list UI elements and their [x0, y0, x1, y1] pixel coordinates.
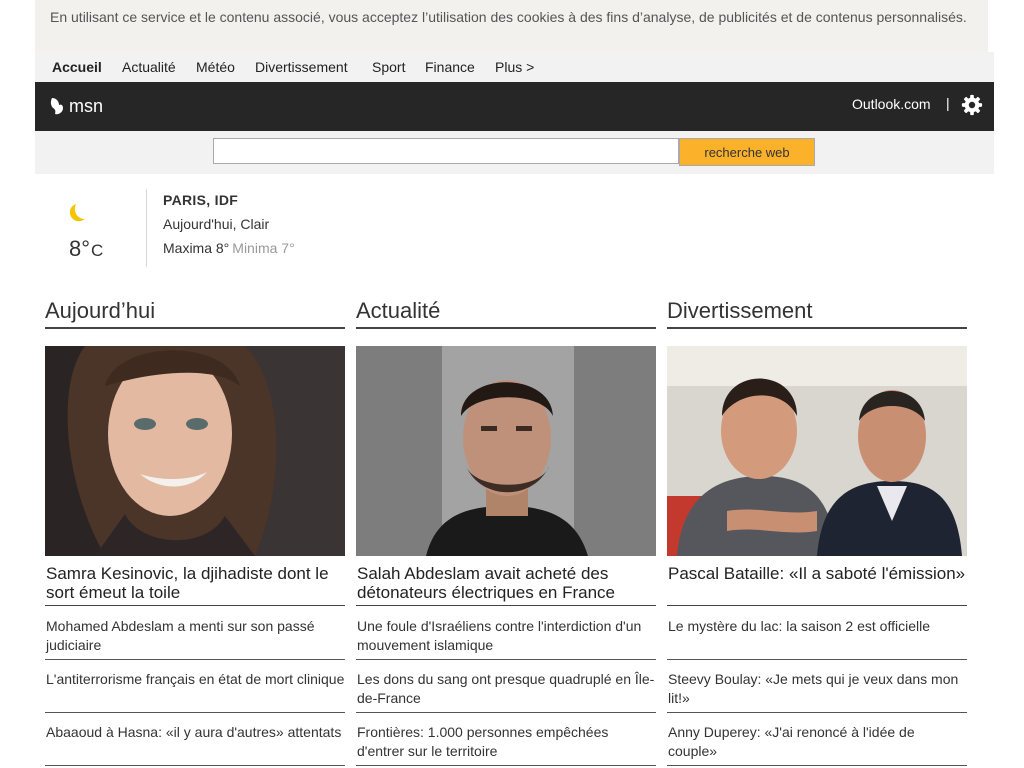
nav-item-sport[interactable]: Sport: [372, 59, 405, 75]
nav-item-accueil[interactable]: Accueil: [52, 59, 102, 75]
weather-max: Maxima 8°: [163, 240, 230, 256]
headline-divider: [45, 605, 345, 606]
news-link[interactable]: L'antiterrorisme français en état de mor…: [46, 670, 345, 689]
link-divider: [667, 659, 967, 660]
temperature: 8°C: [69, 236, 103, 262]
nav-item-meteo[interactable]: Météo: [196, 59, 235, 75]
weather-city[interactable]: PARIS, IDF: [163, 192, 238, 208]
cookie-banner-text: En utilisant ce service et le contenu as…: [50, 9, 967, 25]
headline-link[interactable]: Pascal Bataille: «Il a saboté l'émission…: [668, 564, 967, 583]
search-input[interactable]: [213, 138, 679, 164]
two-men-photo[interactable]: [667, 346, 967, 556]
column-title[interactable]: Actualité: [356, 298, 656, 329]
msn-logo[interactable]: msn: [49, 95, 103, 117]
link-divider: [356, 765, 656, 766]
link-divider: [356, 659, 656, 660]
cookie-banner: En utilisant ce service et le contenu as…: [35, 0, 988, 52]
column-title[interactable]: Divertissement: [667, 298, 967, 329]
link-divider: [667, 765, 967, 766]
news-link[interactable]: Steevy Boulay: «Je mets qui je veux dans…: [668, 670, 967, 708]
web-search-button[interactable]: recherche web: [679, 138, 815, 166]
news-link[interactable]: Anny Duperey: «J'ai renoncé à l'idée de …: [668, 723, 967, 761]
news-column-aujourdhui: Aujourd’hui Samra Kesinovic, la djihadis…: [45, 298, 345, 766]
header-bar: msn Outlook.com |: [35, 82, 994, 131]
news-link[interactable]: Abaaoud à Hasna: «il y aura d'autres» at…: [46, 723, 345, 742]
news-link[interactable]: Le mystère du lac: la saison 2 est offic…: [668, 617, 967, 636]
headline-link[interactable]: Samra Kesinovic, la djihadiste dont le s…: [46, 564, 345, 602]
nav-item-actualite[interactable]: Actualité: [122, 59, 176, 75]
search-bar: recherche web: [35, 131, 994, 174]
link-divider: [45, 659, 345, 660]
nav-item-divertissement[interactable]: Divertissement: [255, 59, 348, 75]
column-title[interactable]: Aujourd’hui: [45, 298, 345, 329]
temperature-value: 8°: [69, 236, 91, 261]
weather-widget[interactable]: 8°C PARIS, IDF Aujourd'hui, Clair Maxima…: [35, 188, 435, 268]
weather-divider: [146, 189, 147, 267]
link-divider: [667, 712, 967, 713]
headline-divider: [356, 605, 656, 606]
header-separator: |: [946, 95, 950, 111]
nav-item-finance[interactable]: Finance: [425, 59, 475, 75]
portrait-photo[interactable]: [45, 346, 345, 556]
gear-icon[interactable]: [961, 94, 983, 116]
nav-item-plus[interactable]: Plus >: [495, 59, 534, 75]
headline-divider: [667, 605, 967, 606]
moon-icon: [69, 204, 85, 222]
news-column-divertissement: Divertissement Pascal Bataille: «Il a sa…: [667, 298, 967, 766]
news-column-actualite: Actualité Salah Abdeslam avait acheté de…: [356, 298, 656, 766]
headline-link[interactable]: Salah Abdeslam avait acheté des détonate…: [357, 564, 656, 602]
temperature-unit[interactable]: C: [91, 241, 103, 260]
news-link[interactable]: Frontières: 1.000 personnes empêchées d'…: [357, 723, 656, 761]
news-link[interactable]: Mohamed Abdeslam a menti sur son passé j…: [46, 617, 345, 655]
butterfly-icon: [50, 98, 63, 115]
weather-min: Minima 7°: [232, 240, 295, 256]
link-divider: [45, 712, 345, 713]
link-divider: [45, 765, 345, 766]
outlook-link[interactable]: Outlook.com: [852, 96, 931, 112]
logo-text: msn: [69, 95, 104, 116]
news-link[interactable]: Les dons du sang ont presque quadruplé e…: [357, 670, 656, 708]
weather-range: Maxima 8° Minima 7°: [163, 240, 295, 256]
news-link[interactable]: Une foule d'Israéliens contre l'interdic…: [357, 617, 656, 655]
mugshot-photo[interactable]: [356, 346, 656, 556]
link-divider: [356, 712, 656, 713]
weather-condition: Aujourd'hui, Clair: [163, 216, 270, 232]
top-nav: Accueil Actualité Météo Divertissement S…: [35, 52, 994, 82]
